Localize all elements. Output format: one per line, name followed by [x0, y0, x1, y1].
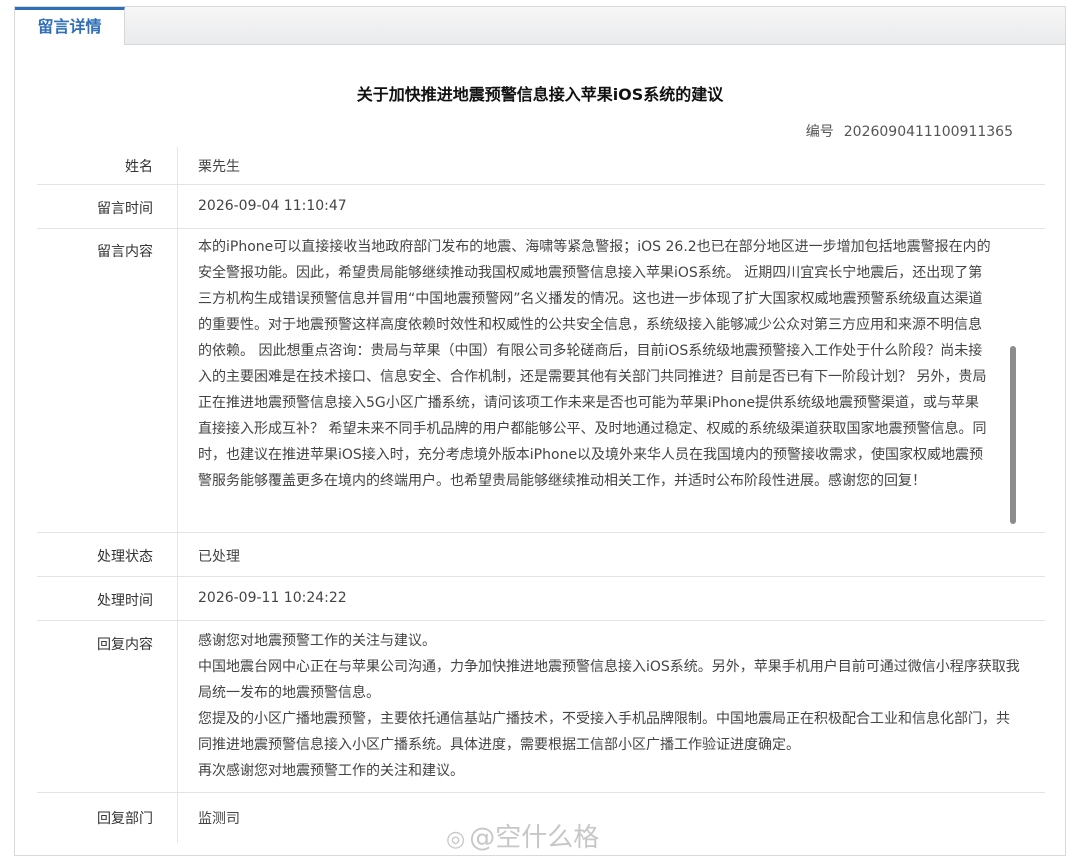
row-divider: [177, 533, 178, 576]
process-time-value: 2026-09-11 10:24:22: [198, 590, 347, 606]
row-divider: [177, 621, 178, 792]
submit-time-value: 2026-09-04 11:10:47: [198, 198, 347, 214]
department-value: 监测司: [198, 811, 240, 827]
text-line: 本的iPhone可以直接接收当地政府部门发布的地震、海啸等紧急警报；iOS 26…: [198, 239, 991, 255]
watermark-text: @空什么格: [469, 823, 600, 853]
page-title: 关于加快推进地震预警信息接入苹果iOS系统的建议: [356, 85, 724, 104]
text-line: 再次感谢您对地震预警工作的关注和建议。: [198, 763, 464, 779]
text-line: 同推进地震预警信息接入小区广播系统。具体进度，需要根据工信部小区广播工作验证进度…: [198, 737, 800, 753]
submit-time-label: 留言时间: [97, 201, 153, 217]
text-line: 安全警报功能。因此，希望贵局能够继续推动我国权威地震预警信息接入苹果iOS系统。…: [198, 265, 983, 281]
row-divider: [177, 793, 178, 843]
status-label: 处理状态: [97, 549, 153, 565]
row-divider: [177, 147, 178, 184]
row-divider: [177, 185, 178, 228]
text-line: 的重要性。对于地震预警这样高度依赖时效性和权威性的公共安全信息，系统级接入能够减…: [198, 317, 982, 333]
weibo-icon: ◎: [446, 827, 466, 852]
text-line: 警服务能够覆盖更多在境内的终端用户。也希望贵局能够继续推动相关工作，并适时公布阶…: [198, 473, 926, 489]
message-content-scroll-area[interactable]: 本的iPhone可以直接接收当地政府部门发布的地震、海啸等紧急警报；iOS 26…: [198, 229, 1046, 519]
row-divider: [177, 229, 178, 532]
content-scrollbar[interactable]: [1009, 240, 1017, 532]
department-label: 回复部门: [97, 811, 153, 827]
text-line: 的依赖。 因此想重点咨询：贵局与苹果（中国）有限公司多轮磋商后，目前iOS系统级…: [198, 343, 983, 359]
text-line: 局统一发布的地震预警信息。: [198, 685, 380, 701]
text-line: 入的主要困难是在技术接口、信息安全、合作机制，还是需要其他有关部门共同推进？目前…: [198, 369, 987, 385]
text-line: 中国地震台网中心正在与苹果公司沟通，力争加快推进地震预警信息接入iOS系统。另外…: [198, 659, 1020, 675]
tab-bar: 留言详情: [15, 7, 1065, 45]
serial-label: 编号: [805, 124, 834, 140]
text-line: 时，也建议在推进苹果iOS接入时，充分考虑境外版本iPhone以及境外来华人员在…: [198, 447, 984, 463]
tab-message-detail[interactable]: 留言详情: [15, 7, 125, 45]
content-label: 留言内容: [97, 244, 153, 260]
row-divider: [177, 577, 178, 620]
process-time-label: 处理时间: [97, 593, 153, 609]
text-line: 感谢您对地震预警工作的关注与建议。: [198, 633, 436, 649]
text-line: 您提及的小区广播地震预警，主要依托通信基站广播技术，不受接入手机品牌限制。中国地…: [198, 711, 1010, 727]
row-submit-time: 留言时间 2026-09-04 11:10:47: [37, 185, 1045, 229]
name-value: 栗先生: [198, 159, 240, 175]
text-line: 正在推进地震预警信息接入5G小区广播系统，请问该项工作未来是否也可能为苹果iPh…: [198, 395, 980, 411]
reply-label: 回复内容: [97, 637, 153, 653]
message-content-text: 本的iPhone可以直接接收当地政府部门发布的地震、海啸等紧急警报；iOS 26…: [198, 229, 1046, 494]
watermark: ◎ @空什么格: [446, 817, 599, 854]
status-value: 已处理: [198, 549, 240, 565]
row-name: 姓名 栗先生: [37, 147, 1045, 185]
message-detail-panel: 留言详情 关于加快推进地震预警信息接入苹果iOS系统的建议 编号 20260904…: [14, 6, 1066, 856]
text-line: 直接接入形成互补？ 希望未来不同手机品牌的用户都能够公平、及时地通过稳定、权威的…: [198, 421, 987, 437]
row-message-content: 留言内容 本的iPhone可以直接接收当地政府部门发布的地震、海啸等紧急警报；i…: [37, 229, 1045, 533]
text-line: 三方机构生成错误预警信息并冒用“中国地震预警网”名义播发的情况。这也进一步体现了…: [198, 291, 983, 307]
serial-value: 2026090411100911365: [843, 124, 1013, 140]
row-reply-content: 回复内容 感谢您对地震预警工作的关注与建议。中国地震台网中心正在与苹果公司沟通，…: [37, 621, 1045, 793]
reply-content-text: 感谢您对地震预警工作的关注与建议。中国地震台网中心正在与苹果公司沟通，力争加快推…: [198, 628, 1045, 784]
scrollbar-thumb[interactable]: [1010, 346, 1016, 524]
row-status: 处理状态 已处理: [37, 533, 1045, 577]
serial-number: 编号 2026090411100911365: [806, 121, 1013, 141]
row-process-time: 处理时间 2026-09-11 10:24:22: [37, 577, 1045, 621]
name-label: 姓名: [125, 159, 153, 175]
